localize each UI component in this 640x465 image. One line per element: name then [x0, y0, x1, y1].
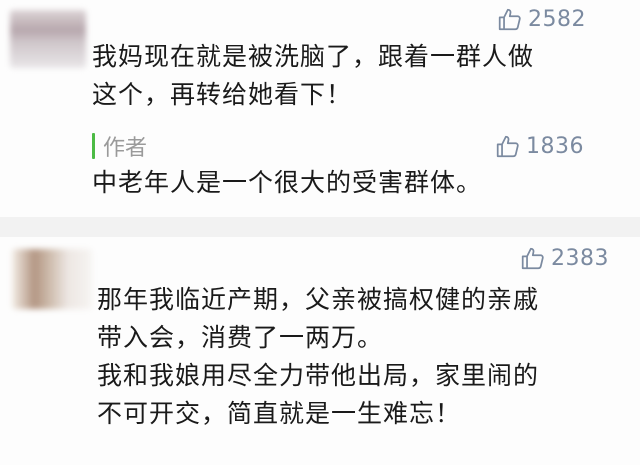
like-button[interactable]: 2582: [497, 6, 586, 32]
comment-card: 2582 我妈现在就是被洗脑了，跟着一群人做 这个，再转给她看下！ 作者 183…: [0, 0, 640, 217]
thumbs-up-icon: [521, 247, 544, 270]
comment-line: 我和我娘用尽全力带他出局，家里闹的: [97, 361, 540, 390]
author-reply-bar: [92, 133, 95, 159]
author-reply-text: 中老年人是一个很大的受害群体。: [92, 164, 482, 202]
comment-line: 带入会，消费了一两万。: [97, 323, 384, 352]
like-button[interactable]: 2383: [520, 245, 609, 271]
reply-like-button[interactable]: 1836: [495, 133, 584, 159]
comment-text: 我妈现在就是被洗脑了，跟着一群人做 这个，再转给她看下！: [92, 38, 534, 114]
comment-line: 中老年人是一个很大的受害群体。: [92, 168, 483, 197]
comment-card: 2383 那年我临近产期，父亲被搞权健的亲戚 带入会，消费了一两万。 我和我娘用…: [0, 237, 640, 465]
avatar[interactable]: [12, 249, 92, 309]
like-count: 2582: [528, 6, 586, 32]
author-label: 作者: [103, 136, 148, 161]
like-count: 2383: [551, 245, 609, 271]
comment-line: 我妈现在就是被洗脑了，跟着一群人做: [92, 42, 535, 71]
thumbs-up-icon: [496, 135, 519, 158]
comment-text: 那年我临近产期，父亲被搞权健的亲戚 带入会，消费了一两万。 我和我娘用尽全力带他…: [97, 281, 539, 433]
comment-line: 不可开交，简直就是一生难忘！: [97, 399, 462, 428]
author-reply-header: 作者: [92, 130, 147, 162]
comment-line: 那年我临近产期，父亲被搞权健的亲戚: [97, 285, 540, 314]
comment-line: 这个，再转给她看下！: [92, 80, 353, 109]
like-count: 1836: [526, 133, 584, 159]
thumbs-up-icon: [498, 8, 521, 31]
avatar[interactable]: [10, 10, 86, 68]
